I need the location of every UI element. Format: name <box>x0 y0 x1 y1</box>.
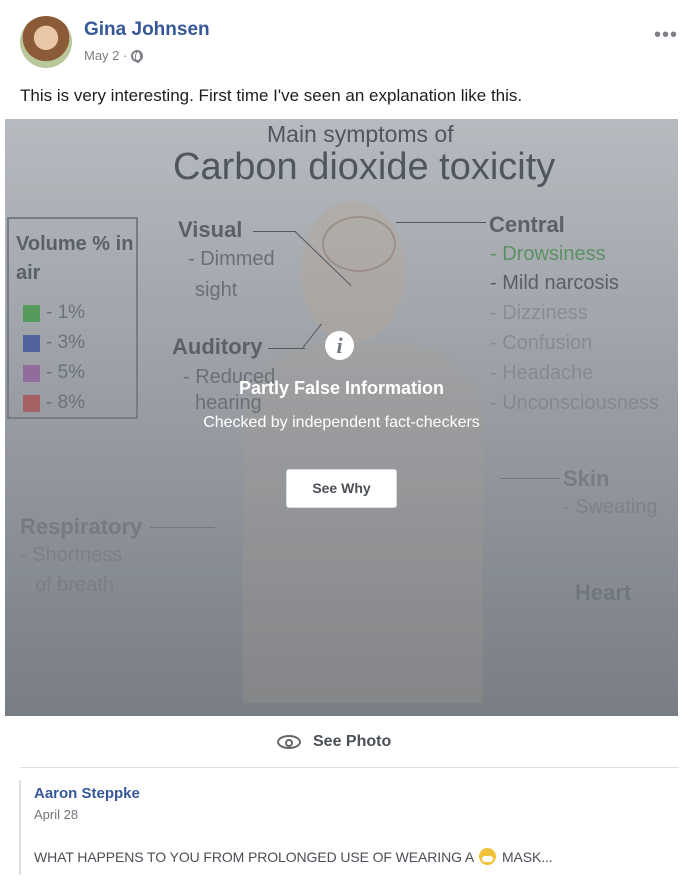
author-avatar[interactable] <box>20 16 72 68</box>
shared-post-date[interactable]: April 28 <box>34 807 78 822</box>
see-photo-label: See Photo <box>313 733 392 750</box>
info-icon: i <box>325 331 354 360</box>
shared-text-before: WHAT HAPPENS TO YOU FROM PROLONGED USE O… <box>34 849 474 865</box>
globe-icon <box>131 49 144 63</box>
post-meta: May 2 · <box>84 48 144 63</box>
see-why-button[interactable]: See Why <box>286 469 397 508</box>
more-options-icon[interactable]: ••• <box>654 24 678 47</box>
post-author-name[interactable]: Gina Johnsen <box>84 19 210 41</box>
post-header: Gina Johnsen May 2 · ••• <box>20 14 680 74</box>
see-photo-button[interactable]: See Photo <box>277 732 391 752</box>
mask-emoji-icon <box>479 848 497 865</box>
blurred-post-image[interactable]: Main symptoms of Carbon dioxide toxicity… <box>5 119 678 716</box>
shared-author-name[interactable]: Aaron Steppke <box>34 785 140 802</box>
fact-check-subtitle: Checked by independent fact-checkers <box>203 414 480 431</box>
shared-post-text: WHAT HAPPENS TO YOU FROM PROLONGED USE O… <box>34 848 553 865</box>
shared-text-after: MASK... <box>501 849 553 865</box>
warning-title: Partly False Information <box>238 378 445 398</box>
post-divider <box>20 767 679 768</box>
eye-icon <box>277 735 301 749</box>
post-date[interactable]: May 2 · <box>84 48 127 63</box>
post-text: This is very interesting. First time I'v… <box>20 86 523 105</box>
shared-post[interactable]: Aaron Steppke April 28 WHAT HAPPENS TO Y… <box>19 780 671 875</box>
